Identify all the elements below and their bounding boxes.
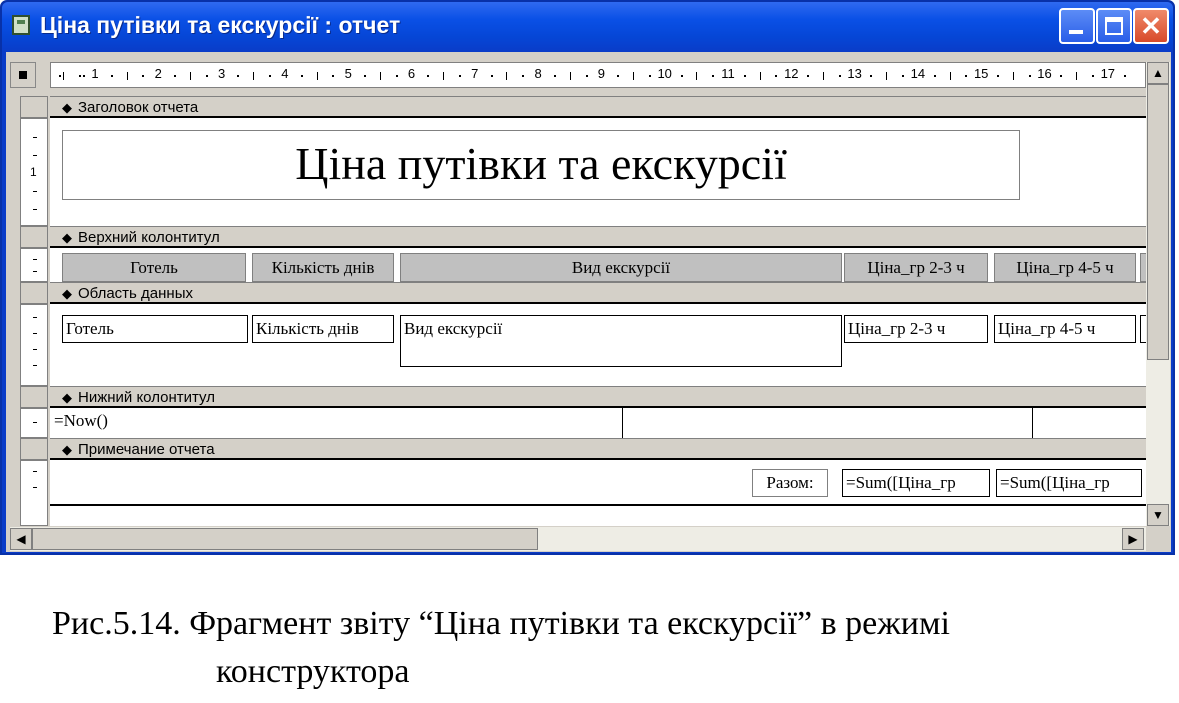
section-label: Верхний колонтитул <box>78 229 220 246</box>
field-price-2-3[interactable]: Ціна_гр 2-3 ч <box>844 315 988 343</box>
header-label-price-4-5[interactable]: Ціна_гр 4-5 ч <box>994 253 1136 282</box>
vruler-segment <box>20 408 48 438</box>
scroll-right-button[interactable]: ▶ <box>1122 528 1144 550</box>
section-page-footer[interactable]: ◆ Нижний колонтитул <box>50 386 1146 408</box>
ruler-number: 17 <box>1100 66 1116 81</box>
vruler-header-cell <box>20 282 48 304</box>
caption-line-1: Рис.5.14. Фрагмент звіту “Ціна путівки т… <box>52 605 950 642</box>
footer-divider <box>622 408 623 438</box>
section-arrow-icon: ◆ <box>62 390 72 405</box>
field-days[interactable]: Кількість днів <box>252 315 394 343</box>
ruler-number: 2 <box>154 66 162 81</box>
section-report-footer[interactable]: ◆ Примечание отчета <box>50 438 1146 460</box>
sum-price-2-3[interactable]: =Sum([Ціна_гр <box>842 469 990 497</box>
ruler-number: 5 <box>344 66 352 81</box>
report-title-label[interactable]: Ціна путівки та екскурсії <box>62 130 1020 200</box>
ruler-number: 8 <box>534 66 542 81</box>
design-area: 1 2 3 4 5 6 7 8 9 10 11 12 13 14 15 16 17 1 <box>6 52 1171 552</box>
ruler-number: 1 <box>91 66 99 81</box>
vruler-header-cell <box>20 96 48 118</box>
section-page-header[interactable]: ◆ Верхний колонтитул <box>50 226 1146 248</box>
horizontal-scrollbar[interactable]: ◀ ▶ <box>10 527 1146 551</box>
ruler-number: 9 <box>597 66 606 81</box>
section-label: Заголовок отчета <box>78 99 199 116</box>
footer-divider <box>1032 408 1033 438</box>
window-title: Ціна путівки та екскурсії : отчет <box>40 12 401 38</box>
section-arrow-icon: ◆ <box>62 100 72 115</box>
scroll-down-button[interactable]: ▼ <box>1147 504 1169 526</box>
vruler-number: 1 <box>30 165 37 179</box>
vruler-header-cell <box>20 386 48 408</box>
field-hotel[interactable]: Готель <box>62 315 248 343</box>
section-label: Примечание отчета <box>78 441 215 458</box>
close-button[interactable]: ✕ <box>1133 8 1169 44</box>
ruler-number: 3 <box>217 66 226 81</box>
vertical-ruler[interactable]: 1 <box>20 96 50 526</box>
section-arrow-icon: ◆ <box>62 286 72 301</box>
vruler-header-cell <box>20 226 48 248</box>
section-label: Нижний колонтитул <box>78 389 215 406</box>
section-arrow-icon: ◆ <box>62 442 72 457</box>
vruler-segment <box>20 460 48 526</box>
header-label-hotel[interactable]: Готель <box>62 253 246 282</box>
section-label: Область данных <box>78 285 193 302</box>
vruler-segment <box>20 248 48 282</box>
ruler-number: 10 <box>657 66 672 81</box>
ruler-number: 13 <box>847 66 862 81</box>
ruler-number: 11 <box>721 66 735 81</box>
report-bottom-line <box>50 504 1146 506</box>
ruler-number: 7 <box>471 66 479 81</box>
caption-line-2: конструктора <box>216 653 410 690</box>
ruler-number: 12 <box>784 66 799 81</box>
ruler-number: 14 <box>910 66 926 81</box>
field-price-4-5[interactable]: Ціна_гр 4-5 ч <box>994 315 1136 343</box>
ruler-number: 15 <box>973 66 989 81</box>
vruler-segment <box>20 304 48 386</box>
ruler-number: 6 <box>407 66 416 81</box>
section-detail[interactable]: ◆ Область данных <box>50 282 1146 304</box>
maximize-button[interactable] <box>1096 8 1132 44</box>
field-excursion[interactable]: Вид екскурсії <box>400 315 842 367</box>
vruler-segment: 1 <box>20 118 48 226</box>
total-label[interactable]: Разом: <box>752 469 828 497</box>
vertical-scrollbar[interactable]: ▲ ▼ <box>1146 62 1170 526</box>
close-icon: ✕ <box>1140 11 1162 41</box>
title-bar[interactable]: Ціна путівки та екскурсії : отчет ✕ <box>2 2 1173 52</box>
vruler-header-cell <box>20 438 48 460</box>
ruler-number: 16 <box>1037 66 1052 81</box>
minimize-button[interactable] <box>1059 8 1095 44</box>
vertical-scroll-thumb[interactable] <box>1147 84 1169 360</box>
horizontal-scroll-thumb[interactable] <box>32 528 538 550</box>
sum-price-4-5[interactable]: =Sum([Ціна_гр <box>996 469 1142 497</box>
header-label-price-2-3[interactable]: Ціна_гр 2-3 ч <box>844 253 988 282</box>
report-design-window: Ціна путівки та екскурсії : отчет ✕ 1234… <box>0 0 1175 555</box>
report-selector[interactable] <box>10 62 36 88</box>
horizontal-ruler[interactable]: 1 2 3 4 5 6 7 8 9 10 11 12 13 14 15 16 17 <box>50 62 1146 88</box>
figure-caption: Рис.5.14. Фрагмент звіту “Ціна путівки т… <box>52 600 950 696</box>
header-label-days[interactable]: Кількість днів <box>252 253 394 282</box>
ruler-number: 4 <box>281 66 289 81</box>
section-arrow-icon: ◆ <box>62 230 72 245</box>
size-grip <box>1146 527 1170 551</box>
header-label-excursion[interactable]: Вид екскурсії <box>400 253 842 282</box>
section-report-header[interactable]: ◆ Заголовок отчета <box>50 96 1146 118</box>
field-now[interactable]: =Now() <box>54 408 1146 438</box>
scroll-up-button[interactable]: ▲ <box>1147 62 1169 84</box>
scroll-left-button[interactable]: ◀ <box>10 528 32 550</box>
report-icon <box>12 15 30 35</box>
report-design-surface: ◆ Заголовок отчета Ціна путівки та екску… <box>50 96 1146 526</box>
